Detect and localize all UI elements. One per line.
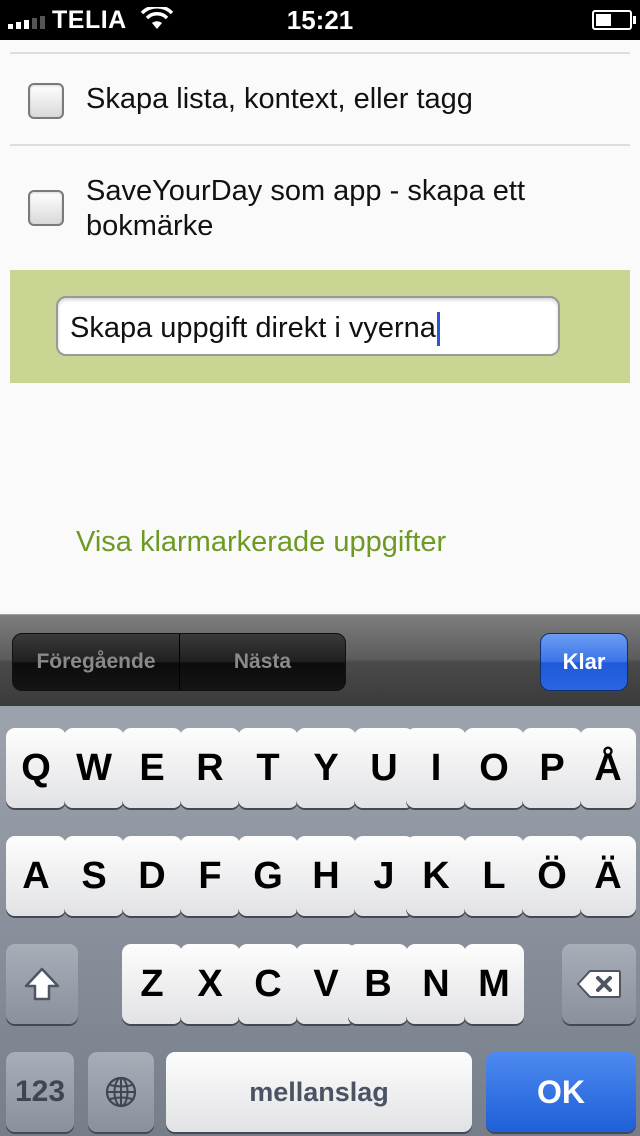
key-r[interactable]: R <box>180 728 240 808</box>
task-label: SaveYourDay som app - skapa ett bokmärke <box>86 175 526 242</box>
key-j[interactable]: J <box>354 836 414 916</box>
task-checkbox[interactable] <box>28 190 64 226</box>
backspace-icon <box>576 970 621 998</box>
shift-arrow-icon <box>24 967 60 1001</box>
key-a-umlaut[interactable]: Ä <box>580 836 636 916</box>
new-task-panel: Skapa uppgift direkt i vyerna <box>10 270 630 383</box>
key-f[interactable]: F <box>180 836 240 916</box>
key-l[interactable]: L <box>464 836 524 916</box>
numbers-key[interactable]: 123 <box>6 1052 74 1132</box>
key-o-umlaut[interactable]: Ö <box>522 836 582 916</box>
task-checkbox[interactable] <box>28 83 64 119</box>
task-list-view: Skapa lista, kontext, eller tagg SaveYou… <box>0 40 640 614</box>
key-v[interactable]: V <box>296 944 356 1024</box>
key-h[interactable]: H <box>296 836 356 916</box>
new-task-input[interactable]: Skapa uppgift direkt i vyerna <box>56 296 560 356</box>
prev-next-control: Föregående Nästa <box>12 633 346 691</box>
text-caret <box>436 312 440 347</box>
return-ok-key[interactable]: OK <box>486 1052 636 1132</box>
key-m[interactable]: M <box>464 944 524 1024</box>
globe-key[interactable] <box>88 1052 154 1132</box>
new-task-input-text: Skapa uppgift direkt i vyerna <box>70 312 436 344</box>
done-button[interactable]: Klar <box>540 633 628 691</box>
key-o[interactable]: O <box>464 728 524 808</box>
form-assistant-bar: Föregående Nästa Klar <box>0 614 640 706</box>
key-w[interactable]: W <box>64 728 124 808</box>
key-c[interactable]: C <box>238 944 298 1024</box>
status-bar: TELIA 15:21 <box>0 0 640 40</box>
key-e[interactable]: E <box>122 728 182 808</box>
key-t[interactable]: T <box>238 728 298 808</box>
key-s[interactable]: S <box>64 836 124 916</box>
key-q[interactable]: Q <box>6 728 66 808</box>
key-g[interactable]: G <box>238 836 298 916</box>
show-completed-link[interactable]: Visa klarmarkerade uppgifter <box>76 526 446 559</box>
backspace-key[interactable] <box>562 944 636 1024</box>
keyboard: Q W E R T Y U I O P Å A S D F G H J K L … <box>0 706 640 1136</box>
key-k[interactable]: K <box>406 836 466 916</box>
clock: 15:21 <box>286 5 354 35</box>
key-x[interactable]: X <box>180 944 240 1024</box>
globe-icon <box>105 1076 137 1108</box>
key-z[interactable]: Z <box>122 944 182 1024</box>
key-a-ring[interactable]: Å <box>580 728 636 808</box>
task-label: Skapa lista, kontext, eller tagg <box>86 83 473 115</box>
shift-key[interactable] <box>6 944 78 1024</box>
space-key[interactable]: mellanslag <box>166 1052 472 1132</box>
key-b[interactable]: B <box>348 944 408 1024</box>
key-p[interactable]: P <box>522 728 582 808</box>
divider <box>10 52 630 54</box>
key-n[interactable]: N <box>406 944 466 1024</box>
task-item[interactable]: SaveYourDay som app - skapa ett bokmärke <box>0 146 640 270</box>
key-a[interactable]: A <box>6 836 66 916</box>
key-y[interactable]: Y <box>296 728 356 808</box>
task-item[interactable]: Skapa lista, kontext, eller tagg <box>0 60 640 144</box>
battery-icon <box>592 10 636 30</box>
key-d[interactable]: D <box>122 836 182 916</box>
key-u[interactable]: U <box>354 728 414 808</box>
previous-button[interactable]: Föregående <box>13 634 180 690</box>
next-button[interactable]: Nästa <box>180 634 345 690</box>
key-i[interactable]: I <box>406 728 466 808</box>
